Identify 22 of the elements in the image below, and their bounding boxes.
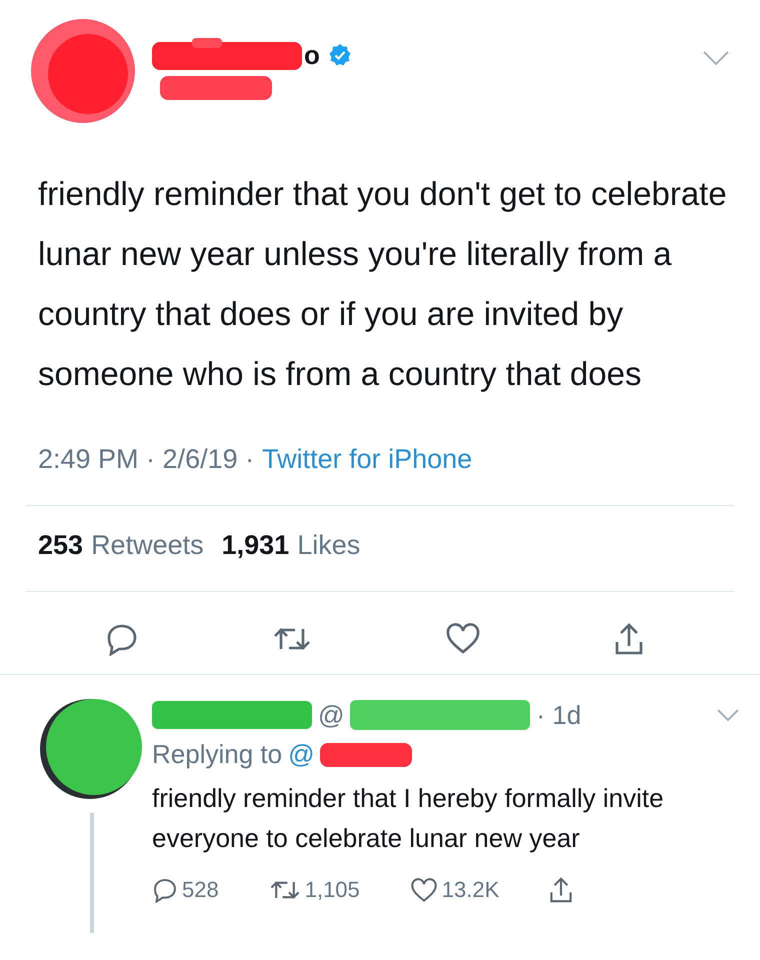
- reply-text: friendly reminder that I hereby formally invite everyone to celebrate lunar new year: [152, 782, 665, 855]
- handle-at: @: [318, 700, 344, 730]
- share-icon[interactable]: [614, 622, 644, 656]
- likes-label[interactable]: Likes: [297, 530, 360, 561]
- mention-link[interactable]: @: [288, 739, 314, 770]
- reply-icon[interactable]: [152, 877, 178, 903]
- reply-count: 528: [182, 877, 219, 903]
- heart-icon[interactable]: [410, 878, 438, 902]
- reply-icon[interactable]: [105, 622, 139, 656]
- tweet-text: friendly reminder that you don't get to celebrate lunar new year unless you're literally from a country that does or if you are invited by someone who is from a country that does: [38, 174, 728, 394]
- retweets-label[interactable]: Retweets: [91, 530, 204, 561]
- reply-age: · 1d: [536, 700, 582, 730]
- user-name: o: [304, 40, 320, 70]
- retweet-count: 253: [38, 530, 84, 561]
- heart-icon[interactable]: [445, 623, 481, 655]
- retweet-count: 1,105: [304, 877, 360, 903]
- like-count: 1,931: [222, 530, 290, 561]
- share-icon[interactable]: [549, 876, 574, 904]
- source-link[interactable]: Twitter for iPhone: [262, 444, 472, 475]
- like-count: 13.2K: [442, 877, 500, 903]
- tweet-timestamp: 2:49 PM · 2/6/19 ·: [38, 444, 254, 475]
- replying-to-label: Replying to: [152, 739, 282, 770]
